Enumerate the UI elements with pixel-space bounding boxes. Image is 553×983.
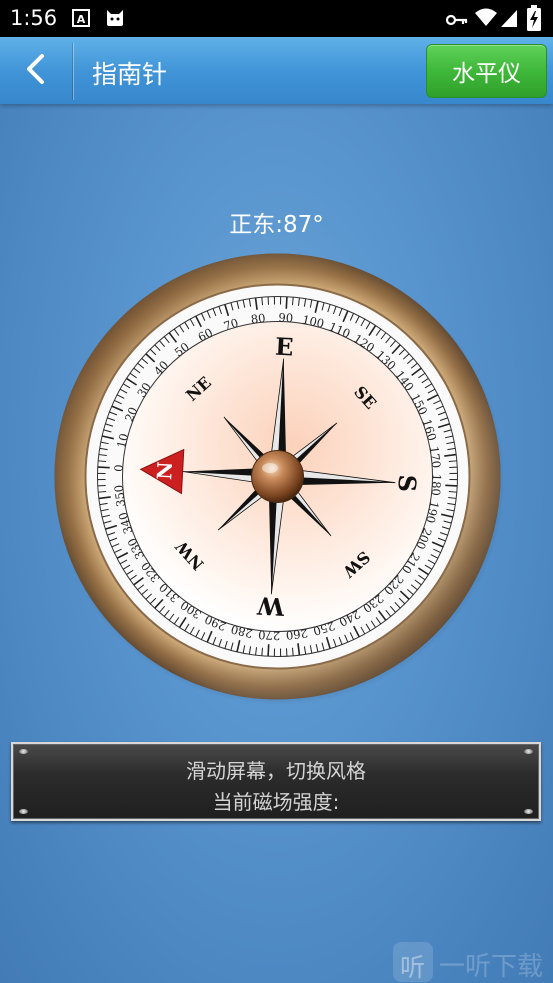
dial-tick: [97, 466, 110, 469]
dial-tick: [285, 296, 288, 309]
degree-label: 260: [285, 626, 308, 643]
compass-dial[interactable]: 0 10 20 30 40 50 60 70 80 90 100 110 120 130 140 150 160…: [50, 249, 505, 708]
dial-tick: [261, 297, 264, 306]
watermark-text: 一听下载: [439, 952, 544, 982]
cardinal-south-label: S: [392, 474, 422, 493]
back-button[interactable]: [0, 37, 72, 104]
watermark: 听 一听下载: [393, 940, 553, 983]
font-a-icon: A: [72, 8, 90, 32]
chevron-left-icon: [24, 53, 46, 89]
watermark-logo-icon: 听: [393, 942, 433, 982]
status-bar: 1:56 A: [0, 0, 553, 37]
heading-readout: 正东:87°: [229, 212, 324, 238]
degree-label: 0: [112, 464, 126, 472]
dial-tick: [98, 490, 107, 493]
dial-tick: [98, 460, 107, 463]
status-time: 1:56: [10, 6, 58, 30]
battery-charging-icon: [527, 5, 541, 35]
info-panel: 滑动屏幕，切换风格 当前磁场强度:: [11, 742, 541, 821]
degree-label: 90: [278, 310, 293, 325]
degree-label: 170: [427, 445, 444, 468]
compass-hub: [251, 450, 304, 503]
dial-tick: [445, 484, 458, 487]
compass-hub-highlight: [262, 463, 278, 473]
screw-icon: [19, 749, 28, 754]
page-title: 指南针: [92, 60, 168, 89]
dial-tick: [448, 490, 457, 493]
title-divider: [72, 43, 73, 100]
degree-label: 350: [111, 484, 128, 507]
svg-text:A: A: [77, 13, 86, 26]
cardinal-north-label: N: [152, 461, 177, 481]
cardinal-east-label: E: [274, 332, 294, 362]
degree-label: 270: [258, 628, 281, 643]
signal-icon: [500, 8, 518, 32]
dial-tick: [261, 647, 264, 656]
dial-tick: [291, 297, 294, 306]
magnetic-field-label: 当前磁场强度:: [212, 790, 340, 814]
degree-label: 80: [250, 311, 266, 327]
dial-tick: [448, 460, 457, 463]
vpn-key-icon: [445, 12, 468, 31]
wifi-icon: [474, 7, 498, 31]
screw-icon: [524, 749, 533, 754]
cardinal-west-label: W: [255, 591, 285, 621]
degree-label: 180: [429, 473, 444, 496]
cat-icon: [104, 6, 126, 32]
dial-tick: [291, 647, 294, 656]
swipe-hint: 滑动屏幕，切换风格: [186, 759, 366, 783]
dial-tick: [267, 644, 270, 657]
level-button[interactable]: 水平仪: [426, 44, 547, 98]
title-bar: 指南针 水平仪: [0, 37, 553, 104]
